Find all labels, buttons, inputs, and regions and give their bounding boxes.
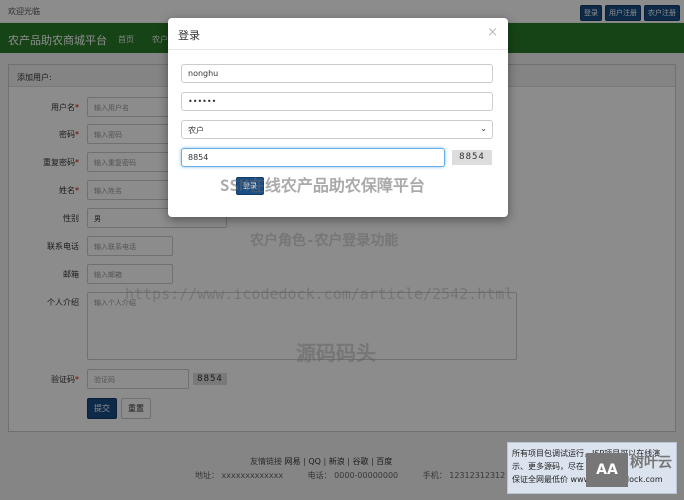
modal-password-input[interactable]: ••••••: [181, 92, 493, 111]
modal-captcha-input[interactable]: 8854: [181, 148, 445, 167]
close-icon[interactable]: ×: [487, 25, 498, 40]
modal-username-input[interactable]: nonghu: [181, 64, 493, 83]
promo-line-3b: dock.com: [623, 475, 663, 484]
promo-box: 所有项目包调试运行，JSP项目可以在线演 示、更多源码，尽在 保证全网最低价 w…: [507, 442, 677, 494]
modal-role-select[interactable]: 农户 ⌄: [181, 120, 493, 139]
modal-login-button[interactable]: 登录: [236, 177, 264, 195]
promo-line-3: 保证全网最低价 www.: [512, 475, 592, 484]
modal-header: 登录 ×: [168, 18, 508, 50]
modal-captcha-image[interactable]: 8854: [452, 150, 492, 165]
login-modal: 登录 × nonghu •••••• 农户 ⌄ 8854 8854 登录: [168, 18, 508, 217]
chevron-down-icon: ⌄: [480, 124, 487, 133]
promo-logo-text: 树叶云: [630, 455, 672, 471]
role-select-value: 农户: [188, 126, 204, 135]
modal-title: 登录: [178, 29, 200, 42]
logo-icon: AA: [586, 453, 628, 487]
